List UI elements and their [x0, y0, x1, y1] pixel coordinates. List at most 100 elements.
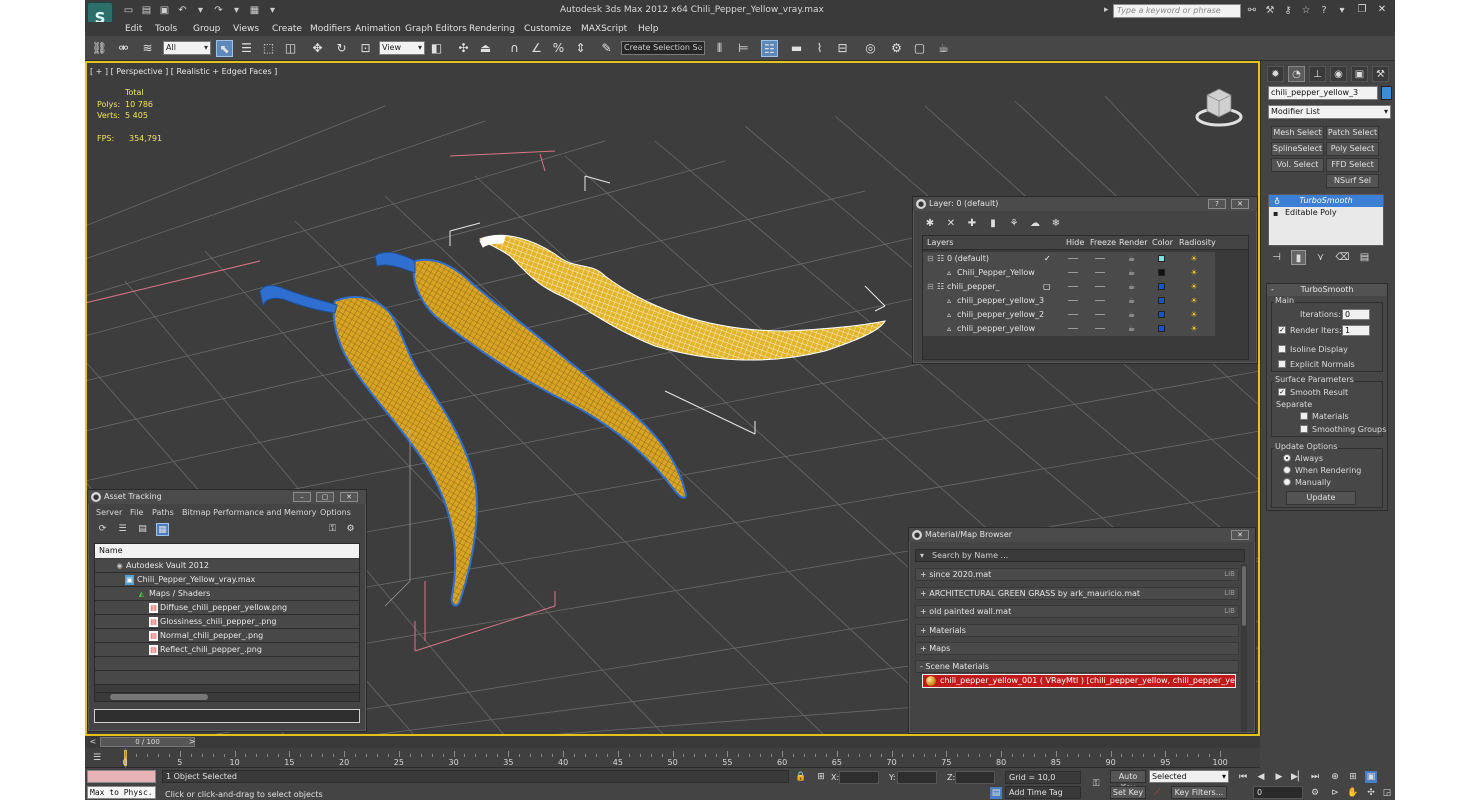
asset-maximize-button[interactable]: ▢ [316, 492, 334, 502]
window-crossing-icon[interactable]: ◫ [282, 40, 299, 57]
configure-modifier-sets-icon[interactable]: ▤ [1357, 250, 1372, 265]
add-time-tag-field[interactable]: Add Time Tag [1005, 786, 1081, 799]
play-icon[interactable]: ▶ [1273, 771, 1285, 783]
material-browser-close-button[interactable]: ✕ [1231, 530, 1249, 540]
materials-group[interactable]: + Materials [915, 624, 1239, 637]
hierarchy-tab-icon[interactable]: ⊥ [1309, 66, 1326, 82]
light-bulb-icon[interactable]: ♁ [1273, 196, 1281, 206]
scale-icon[interactable]: ⊡ [357, 40, 374, 57]
key-icon[interactable]: ⚿ [1090, 778, 1102, 790]
pan-icon[interactable]: ✋ [1347, 787, 1359, 799]
named-selection-dropdown[interactable]: Create Selection Se [621, 41, 705, 55]
layer-row[interactable]: ▵ chili_pepper_yellow_2 ☕ ☀ [923, 308, 1215, 322]
rendered-frame-window-icon[interactable]: ▢ [911, 40, 928, 57]
mini-curve-editor-icon[interactable]: ☰ [91, 752, 103, 764]
scroll-thumb[interactable] [110, 694, 208, 700]
col-color[interactable]: Color [1152, 236, 1173, 250]
y-coordinate-field[interactable] [897, 771, 937, 784]
at-menu-file[interactable]: File [130, 506, 143, 519]
iterations-spinner[interactable]: 0 [1342, 309, 1370, 320]
highlight-layer-icon[interactable]: ⚘ [1007, 217, 1021, 231]
layer-row[interactable]: ▵ chili_pepper_yellow_3 ☕ ☀ [923, 294, 1215, 308]
layer-color-swatch[interactable] [1158, 269, 1165, 276]
set-key-button[interactable]: Set Key [1110, 786, 1146, 799]
asset-close-button[interactable]: ✕ [340, 492, 358, 502]
col-radiosity[interactable]: Radiosity [1179, 236, 1216, 250]
customize-qa-icon[interactable]: ▾ [265, 4, 280, 17]
modify-tab-icon[interactable]: ◔ [1288, 66, 1305, 82]
layer-row[interactable]: ⊟ ☷ 0 (default) ✓ ☕ ☀ [923, 252, 1215, 266]
render-production-icon[interactable]: ☕ [935, 40, 952, 57]
select-manipulate-icon[interactable]: ✣ [455, 40, 472, 57]
material-editor-icon[interactable]: ◎ [862, 40, 879, 57]
layer-row[interactable]: ▵ chili_pepper_yellow ☕ ☀ [923, 322, 1215, 336]
stack-item-turbosmooth[interactable]: ♁ TurboSmooth [1269, 195, 1383, 207]
reference-coordinate-dropdown[interactable]: View [379, 41, 425, 55]
rotate-icon[interactable]: ↻ [333, 40, 350, 57]
list-item[interactable]: ▤ Normal_chili_pepper_.png [95, 629, 359, 643]
menu-graph-editors[interactable]: Graph Editors [405, 22, 467, 36]
col-hide[interactable]: Hide [1066, 236, 1084, 250]
render-iters-checkbox[interactable]: ✓ [1278, 326, 1286, 334]
at-menu-paths[interactable]: Paths [152, 506, 174, 519]
radiosity-icon[interactable]: ☀ [1189, 266, 1199, 277]
spline-select-button[interactable]: SplineSelect [1271, 142, 1324, 156]
scene-material-item[interactable]: chili_pepper_yellow_001 ( VRayMtl ) [chi… [922, 674, 1236, 688]
zoom-extents-icon[interactable]: ▣ [1365, 771, 1377, 783]
next-frame-icon[interactable]: ▶▏ [1291, 771, 1305, 783]
orbit-icon[interactable]: ✣ [1365, 787, 1377, 799]
list-item[interactable]: ▤ Glossiness_chili_pepper_.png [95, 615, 359, 629]
stack-item-editable-poly[interactable]: ▪ Editable Poly [1269, 207, 1383, 219]
pivot-point-icon[interactable]: ◧ [428, 40, 445, 57]
library-group[interactable]: + since 2020.mat LIB [915, 568, 1239, 581]
percent-snap-icon[interactable]: % [550, 40, 567, 57]
new-file-icon[interactable]: ▭ [121, 4, 136, 17]
motion-tab-icon[interactable]: ◉ [1330, 66, 1347, 82]
settings-icon[interactable]: ⚙ [344, 523, 357, 536]
prev-frame-icon[interactable]: ◀ [1255, 771, 1267, 783]
angle-snap-icon[interactable]: ∠ [528, 40, 545, 57]
menu-rendering[interactable]: Rendering [469, 22, 515, 36]
remove-modifier-icon[interactable]: ⌫ [1335, 250, 1350, 265]
when-rendering-radio[interactable] [1283, 466, 1291, 474]
bind-space-warp-icon[interactable]: ≋ [139, 40, 156, 57]
delete-layer-icon[interactable]: ✕ [944, 217, 958, 231]
select-object-icon[interactable]: ⬉ [216, 40, 233, 57]
goto-end-icon[interactable]: ⏭ [1309, 771, 1321, 783]
viewcube[interactable] [1195, 85, 1243, 129]
utilities-tab-icon[interactable]: ⚒ [1372, 66, 1389, 82]
ffd-select-button[interactable]: FFD Select [1326, 158, 1379, 172]
material-browser-scrollbar[interactable] [1241, 564, 1247, 732]
layer-manager-icon[interactable]: ☷ [761, 40, 778, 57]
expand-icon[interactable]: ▪ [1273, 208, 1281, 218]
turbosmooth-rollout-header[interactable]: - TurboSmooth [1267, 284, 1387, 296]
radiosity-icon[interactable]: ☀ [1189, 252, 1199, 263]
active-layer-check[interactable]: ✓ [1044, 252, 1051, 266]
communication-icon[interactable]: ⚷ [1281, 4, 1295, 17]
favorites-icon[interactable]: ☆ [1299, 4, 1313, 17]
menu-create[interactable]: Create [272, 22, 302, 36]
menu-maxscript[interactable]: MAXScript [581, 22, 627, 36]
always-radio[interactable] [1283, 454, 1291, 462]
separate-materials-checkbox[interactable] [1300, 412, 1308, 420]
keyboard-shortcut-override-icon[interactable]: ⏏ [477, 40, 494, 57]
zoom-all-icon[interactable]: ⊞ [1347, 771, 1359, 783]
at-menu-bitmap[interactable]: Bitmap Performance and Memory [182, 506, 317, 519]
show-end-result-icon[interactable]: ▮ [1291, 250, 1306, 265]
selection-lock-icon[interactable]: 🔒 [795, 771, 807, 783]
set-key-icon[interactable]: ⟋ [1151, 787, 1163, 799]
align-icon[interactable]: ⊨ [735, 40, 752, 57]
select-in-layer-icon[interactable]: ▮ [986, 217, 1000, 231]
smooth-result-checkbox[interactable]: ✓ [1278, 388, 1286, 396]
key-filters-button[interactable]: Key Filters... [1171, 786, 1227, 799]
open-file-icon[interactable]: ▤ [139, 4, 154, 17]
list-item[interactable]: ▣ Chili_Pepper_Yellow_vray.max [95, 573, 359, 587]
menu-modifiers[interactable]: Modifiers [310, 22, 351, 36]
viewport-label[interactable]: [ + ] [ Perspective ] [ Realistic + Edge… [90, 67, 277, 76]
vol-select-button[interactable]: Vol. Select [1271, 158, 1324, 172]
menu-edit[interactable]: Edit [125, 22, 142, 36]
render-iters-spinner[interactable]: 1 [1342, 325, 1370, 336]
asset-name-column[interactable]: Name [95, 544, 359, 558]
create-layer-icon[interactable]: ✱ [923, 217, 937, 231]
radiosity-icon[interactable]: ☀ [1189, 280, 1199, 291]
